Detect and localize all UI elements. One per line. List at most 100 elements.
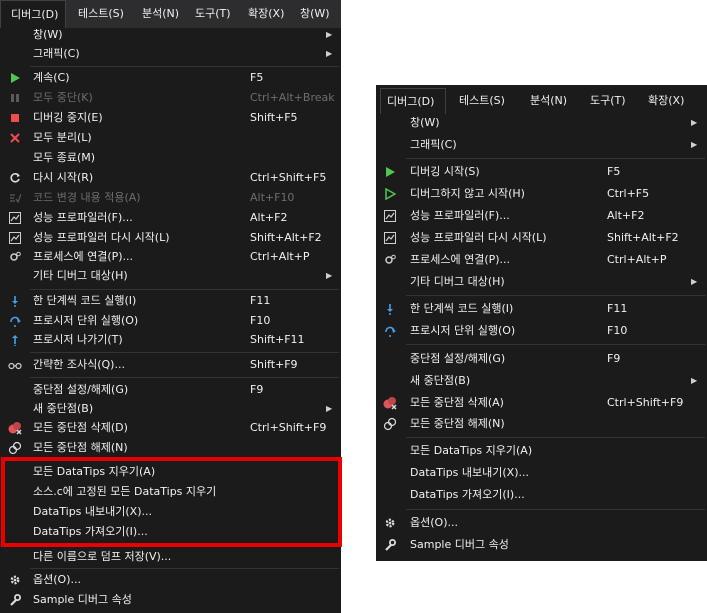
options-gear-icon [383,516,397,530]
menu-item-stop-debugging[interactable]: 디버깅 중지(E) Shift+F5 [0,108,341,128]
menu-item-new-breakpoint[interactable]: 새 중단점(B) ▶ [0,399,341,419]
menu-item-label: 모든 DataTips 지우기(A) [410,444,533,457]
menu-item-window[interactable]: 창(W) ▶ [0,25,341,45]
menu-item-label: 성능 프로파일러(F)... [410,209,510,222]
menu-item-label: 기타 디버그 대상(H) [33,269,128,282]
menu-item-label: 그래픽(C) [33,47,80,60]
menu-item-relaunch-profiler[interactable]: 성능 프로파일러 다시 시작(L) Shift+Alt+F2 [376,228,707,248]
menu-item-delete-all-breakpoints[interactable]: 모든 중단점 삭제(A) Ctrl+Shift+F9 [376,393,707,413]
menu-item-terminate-all[interactable]: 모두 종료(M) [0,148,341,168]
menu-item-shortcut: F11 [250,294,271,307]
menu-item-clear-all-datatips[interactable]: 모든 DataTips 지우기(A) [376,441,707,461]
menu-item-graphics[interactable]: 그래픽(C) ▶ [376,135,707,155]
menu-item-step-into[interactable]: 한 단계씩 코드 실행(I) F11 [0,291,341,311]
menu-item-step-into[interactable]: 한 단계씩 코드 실행(I) F11 [376,299,707,319]
step-over-icon [383,324,397,338]
menu-item-label: 디버깅 중지(E) [33,111,103,124]
start-without-debugging-icon [383,187,397,201]
menu-item-performance-profiler[interactable]: 성능 프로파일러(F)... Alt+F2 [376,206,707,226]
menu-item-label: 옵션(O)... [33,573,81,586]
menu-item-quickwatch[interactable]: 간략한 조사식(Q)... Shift+F9 [0,355,341,375]
separator [30,352,339,353]
menu-item-attach-to-process[interactable]: 프로세스에 연결(P)... Ctrl+Alt+P [376,250,707,270]
menu-item-break-all[interactable]: 모두 중단(K) Ctrl+Alt+Break [0,88,341,108]
separator [30,289,339,290]
menu-item-label: 모든 중단점 삭제(D) [33,421,128,434]
menu-item-debug-properties[interactable]: Sample 디버그 속성 [376,535,707,555]
menu-item-other-debug-targets[interactable]: 기타 디버그 대상(H) ▶ [0,266,341,286]
menu-item-export-datatips[interactable]: DataTips 내보내기(X)... [376,463,707,483]
step-into-icon [8,294,22,308]
menu-item-label: 창(W) [33,28,63,41]
delete-breakpoints-icon [8,421,22,435]
menu-item-restart[interactable]: 다시 시작(R) Ctrl+Shift+F5 [0,168,341,188]
menu-item-step-over[interactable]: 프로시저 단위 실행(O) F10 [0,311,341,331]
menu-item-label: 옵션(O)... [410,516,458,529]
menu-item-options[interactable]: 옵션(O)... [0,570,341,590]
menu-item-disable-all-breakpoints[interactable]: 모든 중단점 해제(N) [0,438,341,458]
submenu-arrow-icon: ▶ [326,30,333,39]
quickwatch-icon [8,358,22,372]
menu-item-step-over[interactable]: 프로시저 단위 실행(O) F10 [376,321,707,341]
menu-item-shortcut: F9 [250,383,264,396]
menu-item-label: 모든 중단점 해제(N) [410,417,505,430]
submenu-arrow-icon: ▶ [326,49,333,58]
menu-item-shortcut: Ctrl+Alt+P [250,250,310,263]
menu-item-label: 모두 중단(K) [33,91,93,104]
menu-item-graphics[interactable]: 그래픽(C) ▶ [0,44,341,64]
menu-item-shortcut: Alt+F10 [250,191,295,204]
menu-item-new-breakpoint[interactable]: 새 중단점(B) ▶ [376,371,707,391]
menu-item-disable-all-breakpoints[interactable]: 모든 중단점 해제(N) [376,414,707,434]
menu-item-label: 디버깅 시작(S) [410,165,480,178]
menu-item-apply-code-changes[interactable]: 코드 변경 내용 적용(A) Alt+F10 [0,188,341,208]
wrench-icon [383,538,397,552]
menu-item-shortcut: Ctrl+F5 [607,187,650,200]
step-into-icon [383,302,397,316]
profiler-icon [8,231,22,245]
menu-item-start-without-debugging[interactable]: 디버그하지 않고 시작(H) Ctrl+F5 [376,184,707,204]
menu-item-step-out[interactable]: 프로시저 나가기(T) Shift+F11 [0,330,341,350]
menu-item-toggle-breakpoint[interactable]: 중단점 설정/해제(G) F9 [0,380,341,400]
menu-item-detach-all[interactable]: 모두 분리(L) [0,128,341,148]
menu-item-shortcut: F10 [607,324,628,337]
menu-item-shortcut: Shift+Alt+F2 [250,231,322,244]
menu-item-label: 그래픽(C) [410,138,457,151]
submenu-arrow-icon: ▶ [691,277,698,286]
menu-item-label: 모든 중단점 해제(N) [33,441,128,454]
menu-item-label: 한 단계씩 코드 실행(I) [410,302,514,315]
menu-item-label: 코드 변경 내용 적용(A) [33,191,141,204]
menu-item-debug-properties[interactable]: Sample 디버그 속성 [0,590,341,610]
start-debugging-icon [383,165,397,179]
menu-item-delete-all-breakpoints[interactable]: 모든 중단점 삭제(D) Ctrl+Shift+F9 [0,418,341,438]
menu-item-performance-profiler[interactable]: 성능 프로파일러(F)... Alt+F2 [0,208,341,228]
menu-item-toggle-breakpoint[interactable]: 중단점 설정/해제(G) F9 [376,349,707,369]
menu-item-shortcut: F9 [607,352,621,365]
menu-item-attach-to-process[interactable]: 프로세스에 연결(P)... Ctrl+Alt+P [0,247,341,267]
step-over-icon [8,314,22,328]
profiler-icon [383,231,397,245]
menu-item-label: 모든 중단점 삭제(A) [410,396,504,409]
menu-item-options[interactable]: 옵션(O)... [376,513,707,533]
menu-item-relaunch-profiler[interactable]: 성능 프로파일러 다시 시작(L) Shift+Alt+F2 [0,228,341,248]
menu-item-label: 모두 종료(M) [33,151,96,164]
menu-item-shortcut: Alt+F2 [250,211,288,224]
menu-item-label: 계속(C) [33,71,70,84]
submenu-arrow-icon: ▶ [326,271,333,280]
menu-item-other-debug-targets[interactable]: 기타 디버그 대상(H) ▶ [376,272,707,292]
menu-item-import-datatips[interactable]: DataTips 가져오기(I)... [376,485,707,505]
step-out-icon [8,333,22,347]
right-debug-menu: 디버그(D) 테스트(S) 분석(N) 도구(T) 확장(X) 창(W) ▶ 그… [376,85,707,561]
menu-item-shortcut: F5 [607,165,621,178]
stop-icon [8,111,22,125]
menu-item-label: 창(W) [410,116,440,129]
menu-item-shortcut: Alt+F2 [607,209,645,222]
menu-item-shortcut: F5 [250,71,264,84]
menu-item-label: 성능 프로파일러 다시 시작(L) [410,231,547,244]
menu-item-label: 다른 이름으로 덤프 저장(V)... [33,550,172,563]
menu-item-start-debugging[interactable]: 디버깅 시작(S) F5 [376,162,707,182]
menu-item-continue[interactable]: 계속(C) F5 [0,68,341,88]
menu-item-window[interactable]: 창(W) ▶ [376,113,707,133]
menu-item-label: 다시 시작(R) [33,171,94,184]
menu-item-save-dump-as[interactable]: 다른 이름으로 덤프 저장(V)... [0,547,341,567]
options-gear-icon [8,573,22,587]
